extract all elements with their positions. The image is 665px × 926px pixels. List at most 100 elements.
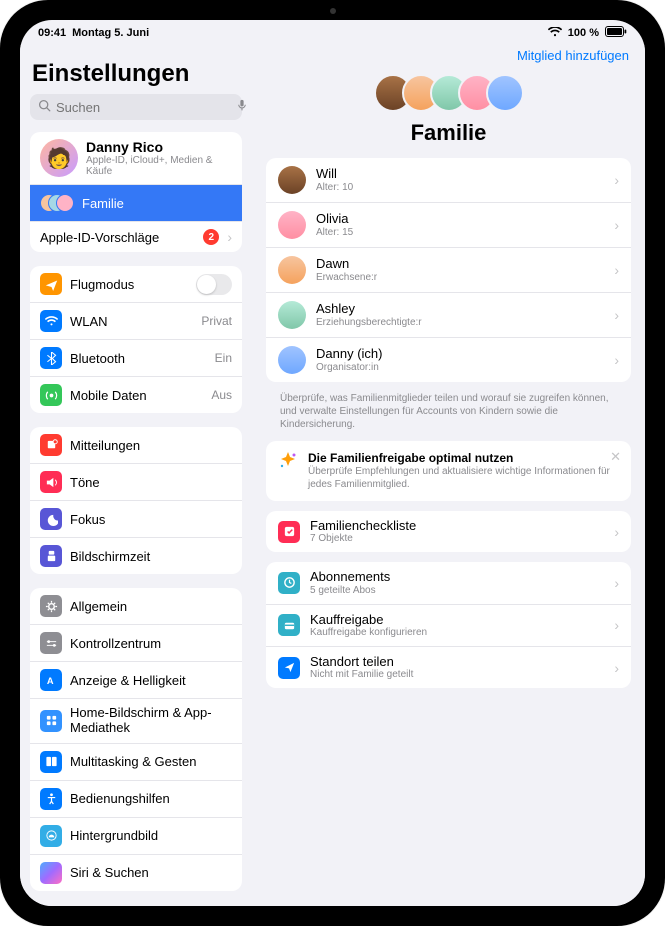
status-time: 09:41	[38, 27, 66, 39]
homescreen-icon	[40, 710, 62, 732]
member-name: Danny (ich)	[316, 347, 604, 361]
screentime-icon	[40, 545, 62, 567]
airplane-icon	[40, 273, 62, 295]
wifi-settings-icon	[40, 310, 62, 332]
location-title: Standort teilen	[310, 655, 604, 669]
siri-icon	[40, 862, 62, 884]
siri-row[interactable]: Siri & Suchen	[30, 854, 242, 891]
family-row[interactable]: Familie	[30, 184, 242, 221]
member-row[interactable]: WillAlter: 10 ›	[266, 158, 631, 202]
appleid-suggestions-label: Apple-ID-Vorschläge	[40, 230, 195, 245]
member-row[interactable]: Danny (ich)Organisator:in ›	[266, 337, 631, 382]
member-role: Erziehungsberechtigte:r	[316, 317, 604, 328]
purchase-title: Kauffreigabe	[310, 613, 604, 627]
chevron-right-icon: ›	[227, 229, 232, 245]
page-title: Familie	[266, 120, 631, 146]
add-member-button[interactable]: Mitglied hinzufügen	[517, 48, 629, 63]
member-name: Dawn	[316, 257, 604, 271]
member-role: Organisator:in	[316, 362, 604, 373]
wlan-value: Privat	[201, 314, 232, 328]
chevron-right-icon: ›	[614, 660, 619, 676]
airplane-row[interactable]: Flugmodus	[30, 266, 242, 302]
appleid-suggestions-row[interactable]: Apple-ID-Vorschläge 2 ›	[30, 221, 242, 252]
bluetooth-row[interactable]: Bluetooth Ein	[30, 339, 242, 376]
dictation-icon[interactable]	[237, 99, 247, 115]
battery-percent: 100 %	[568, 27, 599, 39]
checklist-icon	[278, 521, 300, 543]
chevron-right-icon: ›	[614, 524, 619, 540]
purchase-sub: Kauffreigabe konfigurieren	[310, 627, 604, 638]
family-group-avatars	[266, 74, 631, 112]
homescreen-row[interactable]: Home-Bildschirm & App-Mediathek	[30, 698, 242, 743]
svg-text:A: A	[46, 676, 53, 686]
wlan-row[interactable]: WLAN Privat	[30, 302, 242, 339]
subscriptions-sub: 5 geteilte Abos	[310, 585, 604, 596]
subscriptions-icon	[278, 572, 300, 594]
family-avatars-icon	[40, 192, 74, 214]
sparkle-icon	[278, 451, 298, 474]
notifications-icon	[40, 434, 62, 456]
display-row[interactable]: A Anzeige & Helligkeit	[30, 661, 242, 698]
focus-icon	[40, 508, 62, 530]
purchase-icon	[278, 614, 300, 636]
control-center-label: Kontrollzentrum	[70, 636, 232, 651]
chevron-right-icon: ›	[614, 575, 619, 591]
general-icon	[40, 595, 62, 617]
wallpaper-row[interactable]: Hintergrundbild	[30, 817, 242, 854]
wallpaper-label: Hintergrundbild	[70, 828, 232, 843]
multitasking-row[interactable]: Multitasking & Gesten	[30, 743, 242, 780]
family-checklist-row[interactable]: Familiencheckliste7 Objekte ›	[266, 511, 631, 552]
chevron-right-icon: ›	[614, 307, 619, 323]
close-tip-button[interactable]: ✕	[610, 449, 621, 465]
notifications-row[interactable]: Mitteilungen	[30, 427, 242, 463]
wifi-icon	[548, 27, 562, 40]
location-sub: Nicht mit Familie geteilt	[310, 669, 604, 680]
sounds-row[interactable]: Töne	[30, 463, 242, 500]
search-field[interactable]	[30, 94, 242, 120]
member-row[interactable]: AshleyErziehungsberechtigte:r ›	[266, 292, 631, 337]
member-row[interactable]: OliviaAlter: 15 ›	[266, 202, 631, 247]
airplane-label: Flugmodus	[70, 277, 134, 292]
status-bar: 09:41 Montag 5. Juni 100 %	[20, 20, 645, 44]
bluetooth-label: Bluetooth	[70, 351, 125, 366]
subscriptions-title: Abonnements	[310, 570, 604, 584]
accessibility-row[interactable]: Bedienungshilfen	[30, 780, 242, 817]
purchase-sharing-row[interactable]: KauffreigabeKauffreigabe konfigurieren ›	[266, 604, 631, 646]
settings-sidebar: Einstellungen 🧑 Danny Rico Apple-ID, iCl…	[20, 44, 252, 906]
member-avatar	[278, 346, 306, 374]
location-icon	[278, 657, 300, 679]
member-name: Ashley	[316, 302, 604, 316]
display-icon: A	[40, 669, 62, 691]
cellular-row[interactable]: Mobile Daten Aus	[30, 376, 242, 413]
notifications-label: Mitteilungen	[70, 438, 232, 453]
control-center-icon	[40, 632, 62, 654]
apple-id-row[interactable]: 🧑 Danny Rico Apple-ID, iCloud+, Medien &…	[30, 132, 242, 184]
siri-label: Siri & Suchen	[70, 865, 232, 880]
homescreen-label: Home-Bildschirm & App-Mediathek	[70, 706, 232, 736]
member-avatar	[278, 301, 306, 329]
family-tip-card[interactable]: Die Familienfreigabe optimal nutzen Über…	[266, 441, 631, 501]
chevron-right-icon: ›	[614, 217, 619, 233]
member-avatar	[278, 256, 306, 284]
chevron-right-icon: ›	[614, 262, 619, 278]
member-row[interactable]: DawnErwachsene:r ›	[266, 247, 631, 292]
tip-desc: Überprüfe Empfehlungen und aktualisiere …	[308, 466, 619, 491]
family-label: Familie	[82, 196, 232, 211]
cellular-icon	[40, 384, 62, 406]
search-input[interactable]	[56, 100, 232, 115]
control-center-row[interactable]: Kontrollzentrum	[30, 624, 242, 661]
chevron-right-icon: ›	[614, 172, 619, 188]
subscriptions-row[interactable]: Abonnements5 geteilte Abos ›	[266, 562, 631, 603]
screentime-label: Bildschirmzeit	[70, 549, 232, 564]
sounds-label: Töne	[70, 475, 232, 490]
general-row[interactable]: Allgemein	[30, 588, 242, 624]
location-sharing-row[interactable]: Standort teilenNicht mit Familie geteilt…	[266, 646, 631, 688]
screentime-row[interactable]: Bildschirmzeit	[30, 537, 242, 574]
cellular-value: Aus	[211, 388, 232, 402]
checklist-title: Familiencheckliste	[310, 519, 604, 533]
airplane-toggle[interactable]	[196, 274, 232, 295]
member-name: Will	[316, 167, 604, 181]
accessibility-label: Bedienungshilfen	[70, 791, 232, 806]
focus-row[interactable]: Fokus	[30, 500, 242, 537]
member-role: Alter: 10	[316, 182, 604, 193]
